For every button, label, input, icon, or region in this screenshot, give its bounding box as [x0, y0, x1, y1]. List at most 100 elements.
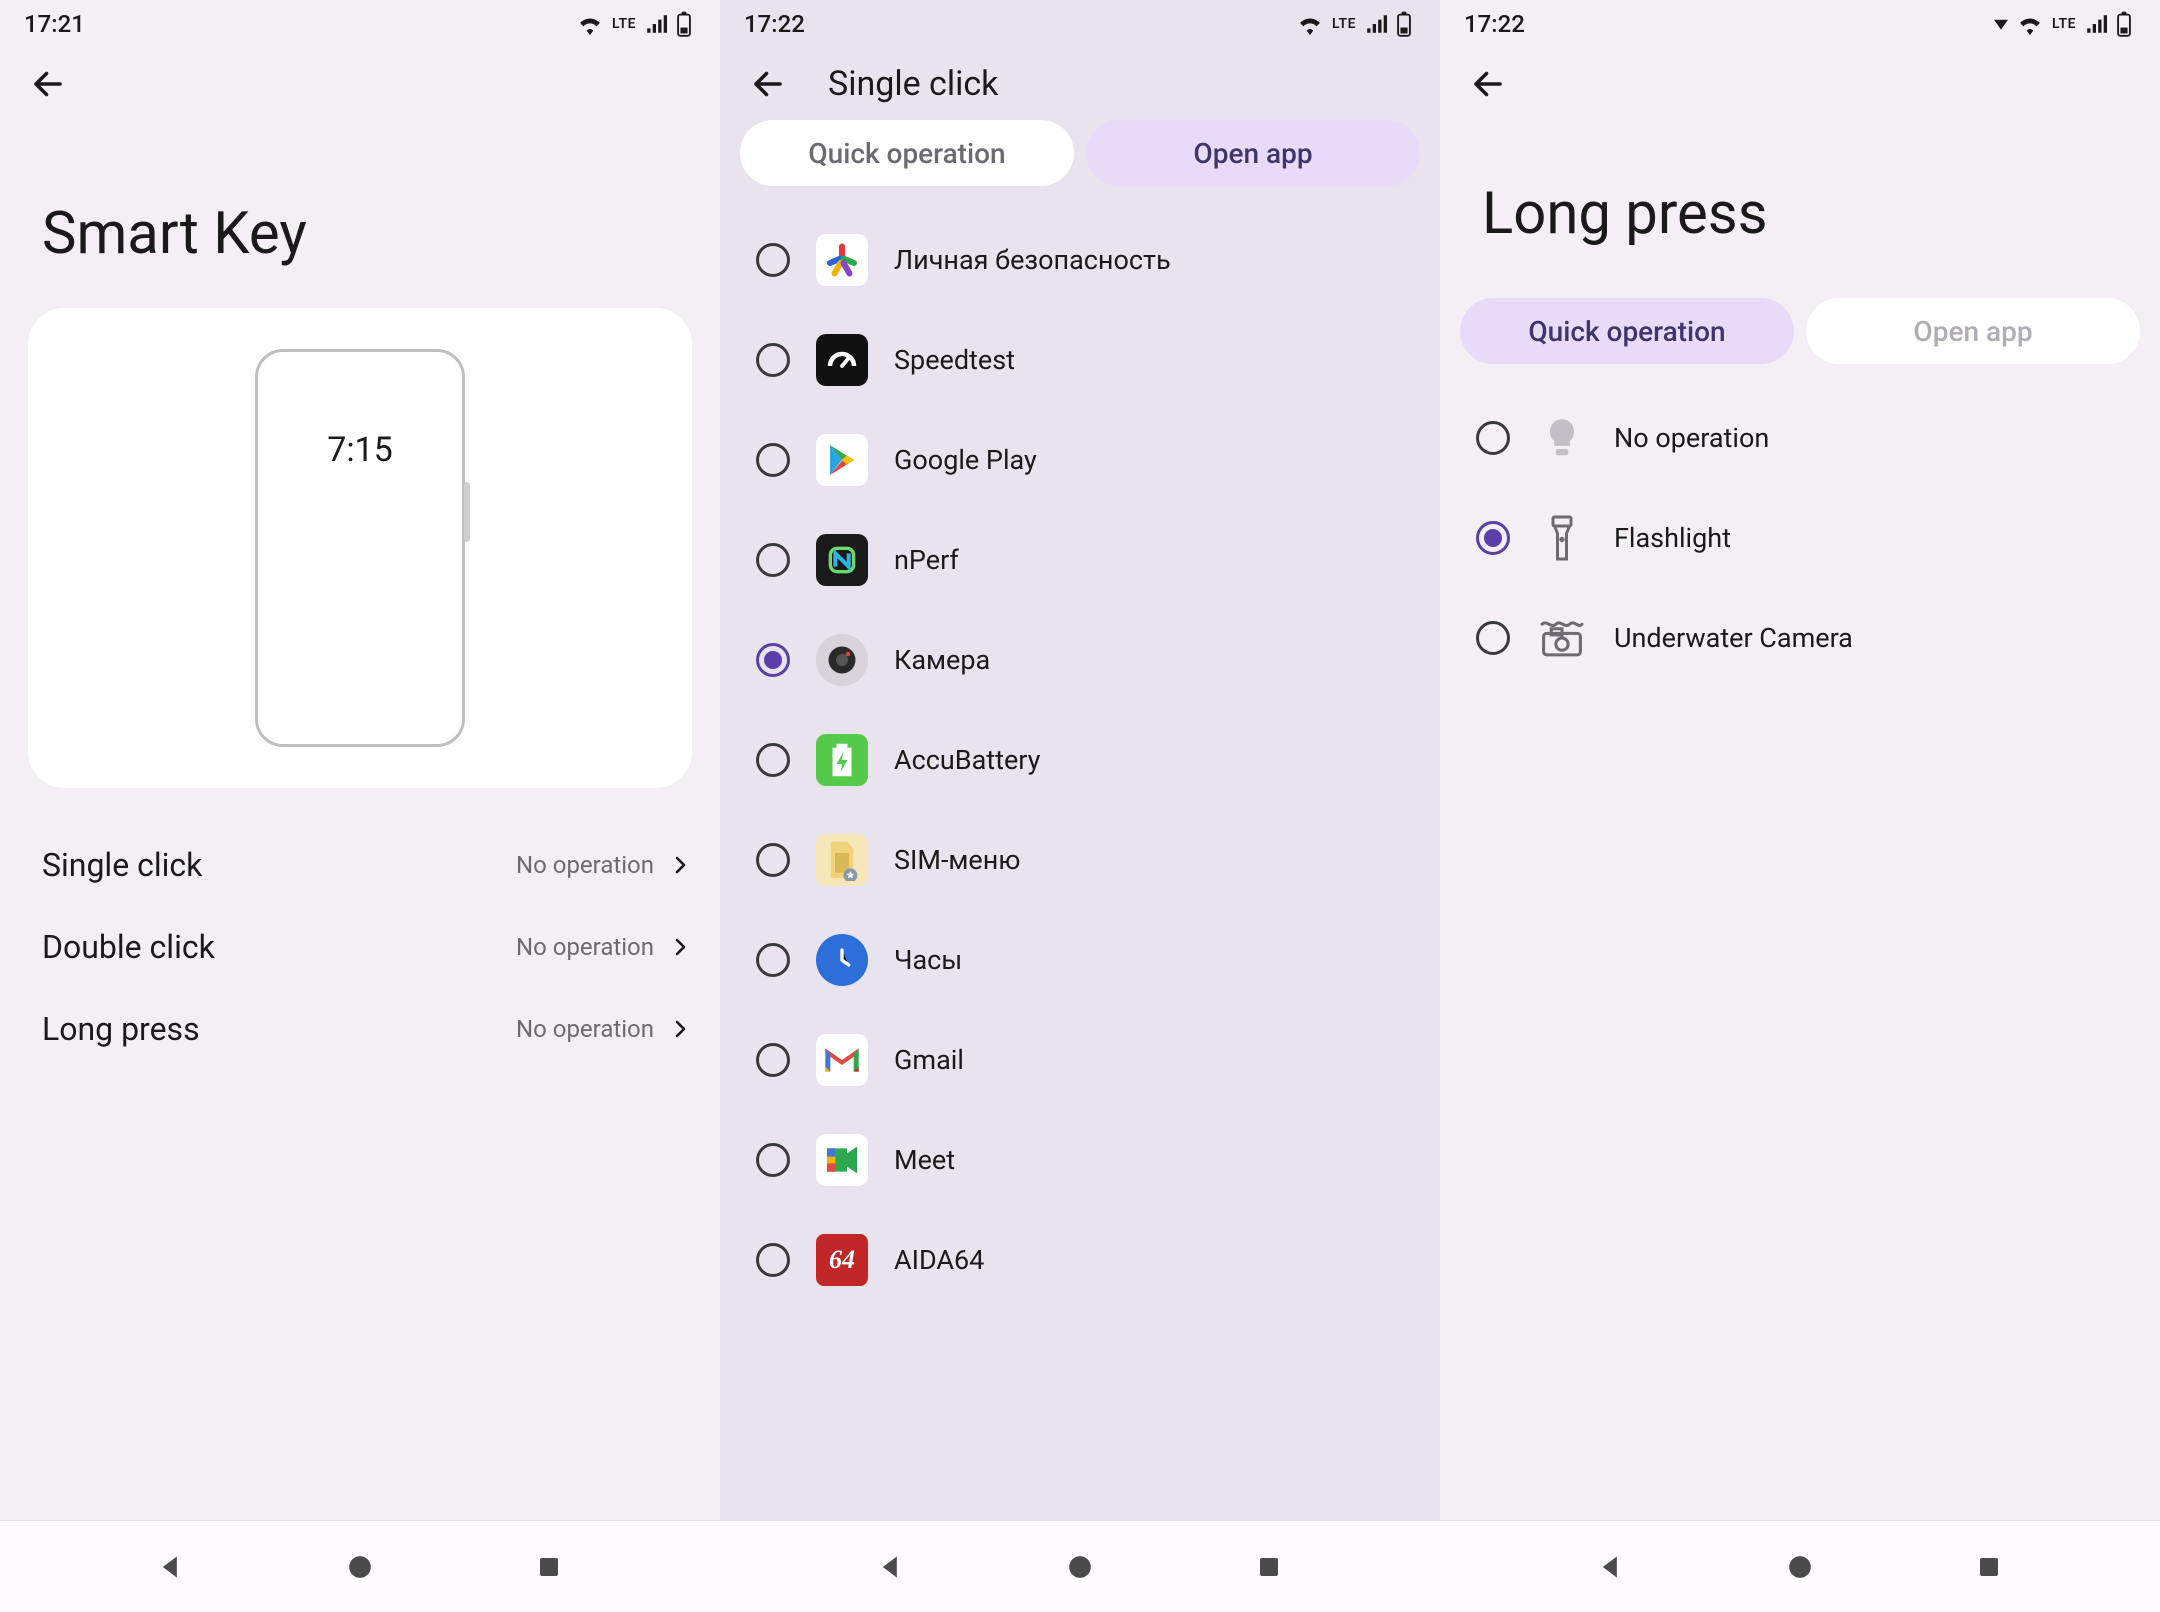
nav-recent[interactable] — [1971, 1549, 2007, 1585]
radio-icon — [1476, 421, 1510, 455]
row-label: Single click — [42, 846, 516, 884]
signal-icon — [1364, 13, 1388, 35]
chevron-right-icon — [668, 1017, 692, 1041]
app-icon-gmail — [816, 1034, 868, 1086]
op-label: No operation — [1614, 422, 1769, 454]
row-double-click[interactable]: Double click No operation — [0, 906, 720, 988]
app-icon-speedtest — [816, 334, 868, 386]
nav-recent[interactable] — [1251, 1549, 1287, 1585]
battery-icon — [1396, 11, 1412, 37]
app-item-gmail[interactable]: Gmail — [736, 1010, 1424, 1110]
app-item-safety[interactable]: Личная безопасность — [736, 210, 1424, 310]
app-item-clock[interactable]: Часы — [736, 910, 1424, 1010]
back-button[interactable] — [1468, 64, 1508, 104]
radio-icon — [756, 743, 790, 777]
signal-icon — [644, 13, 668, 35]
nav-home[interactable] — [342, 1549, 378, 1585]
radio-icon — [1476, 521, 1510, 555]
underwater-camera-icon — [1536, 612, 1588, 664]
tab-open-app[interactable]: Open app — [1086, 120, 1420, 186]
app-item-nperf[interactable]: nPerf — [736, 510, 1424, 610]
status-bar: 17:21 LTE — [0, 0, 720, 48]
back-button[interactable] — [748, 64, 788, 104]
app-label: Gmail — [894, 1044, 964, 1076]
app-item-meet[interactable]: Meet — [736, 1110, 1424, 1210]
nav-home[interactable] — [1782, 1549, 1818, 1585]
radio-icon — [756, 343, 790, 377]
app-icon-sim — [816, 834, 868, 886]
radio-icon — [756, 1043, 790, 1077]
op-label: Underwater Camera — [1614, 622, 1853, 654]
app-item-google-play[interactable]: Google Play — [736, 410, 1424, 510]
row-long-press[interactable]: Long press No operation — [0, 988, 720, 1070]
caret-down-icon — [1994, 17, 2008, 31]
radio-icon — [756, 843, 790, 877]
app-item-speedtest[interactable]: Speedtest — [736, 310, 1424, 410]
app-label: Часы — [894, 944, 962, 976]
app-icon-nperf — [816, 534, 868, 586]
status-icons: LTE — [1296, 11, 1412, 37]
lte-icon: LTE — [612, 16, 636, 32]
status-icons: LTE — [1994, 11, 2132, 37]
phone-mockup: 7:15 — [255, 349, 465, 747]
battery-icon — [676, 11, 692, 37]
aida-text: 64 — [829, 1245, 855, 1275]
page-title: Smart Key — [0, 120, 720, 308]
app-label: AccuBattery — [894, 744, 1040, 776]
radio-icon — [756, 1243, 790, 1277]
app-icon-meet — [816, 1134, 868, 1186]
screen-long-press: 17:22 LTE Long press Quick operation Ope… — [1440, 0, 2160, 1520]
app-icon-aida64: 64 — [816, 1234, 868, 1286]
lte-icon: LTE — [1332, 16, 1356, 32]
nav-recent[interactable] — [531, 1549, 567, 1585]
tab-row: Quick operation Open app — [720, 120, 1440, 210]
app-label: Личная безопасность — [894, 244, 1171, 276]
wifi-icon — [1296, 13, 1324, 35]
page-title: Long press — [1440, 120, 2160, 298]
app-item-aida64[interactable]: 64 AIDA64 — [736, 1210, 1424, 1310]
radio-icon — [756, 243, 790, 277]
radio-icon — [1476, 621, 1510, 655]
status-time: 17:22 — [1464, 10, 1525, 38]
tab-quick-operation[interactable]: Quick operation — [740, 120, 1074, 186]
wifi-icon — [576, 13, 604, 35]
op-label: Flashlight — [1614, 522, 1731, 554]
tab-open-app[interactable]: Open app — [1806, 298, 2140, 364]
row-single-click[interactable]: Single click No operation — [0, 824, 720, 906]
app-list: Личная безопасность Speedtest Google Pla… — [720, 210, 1440, 1310]
chevron-right-icon — [668, 935, 692, 959]
app-label: AIDA64 — [894, 1244, 984, 1276]
app-icon-safety — [816, 234, 868, 286]
row-value: No operation — [516, 851, 654, 879]
nav-back[interactable] — [1593, 1549, 1629, 1585]
tab-quick-operation[interactable]: Quick operation — [1460, 298, 1794, 364]
nav-home[interactable] — [1062, 1549, 1098, 1585]
op-item-flashlight[interactable]: Flashlight — [1456, 488, 2144, 588]
app-icon-google-play — [816, 434, 868, 486]
nav-back[interactable] — [153, 1549, 189, 1585]
mock-time: 7:15 — [327, 430, 393, 470]
back-button[interactable] — [28, 64, 68, 104]
app-icon-accubattery — [816, 734, 868, 786]
screen-single-click: 17:22 LTE Single click Quick operation O… — [720, 0, 1440, 1520]
app-icon-camera — [816, 634, 868, 686]
page-title: Single click — [828, 64, 998, 104]
lte-icon: LTE — [2052, 16, 2076, 32]
status-icons: LTE — [576, 11, 692, 37]
row-label: Long press — [42, 1010, 516, 1048]
battery-icon — [2116, 11, 2132, 37]
app-item-accubattery[interactable]: AccuBattery — [736, 710, 1424, 810]
app-label: Meet — [894, 1144, 955, 1176]
app-label: Google Play — [894, 444, 1037, 476]
op-item-underwater-camera[interactable]: Underwater Camera — [1456, 588, 2144, 688]
op-item-no-operation[interactable]: No operation — [1456, 388, 2144, 488]
row-label: Double click — [42, 928, 516, 966]
op-list: No operation Flashlight Underwater Camer… — [1440, 388, 2160, 688]
wifi-icon — [2016, 13, 2044, 35]
nav-back[interactable] — [873, 1549, 909, 1585]
app-item-camera[interactable]: Камера — [736, 610, 1424, 710]
nav-bar — [0, 1520, 2160, 1612]
row-value: No operation — [516, 1015, 654, 1043]
status-bar: 17:22 LTE — [720, 0, 1440, 48]
app-item-sim-menu[interactable]: SIM-меню — [736, 810, 1424, 910]
